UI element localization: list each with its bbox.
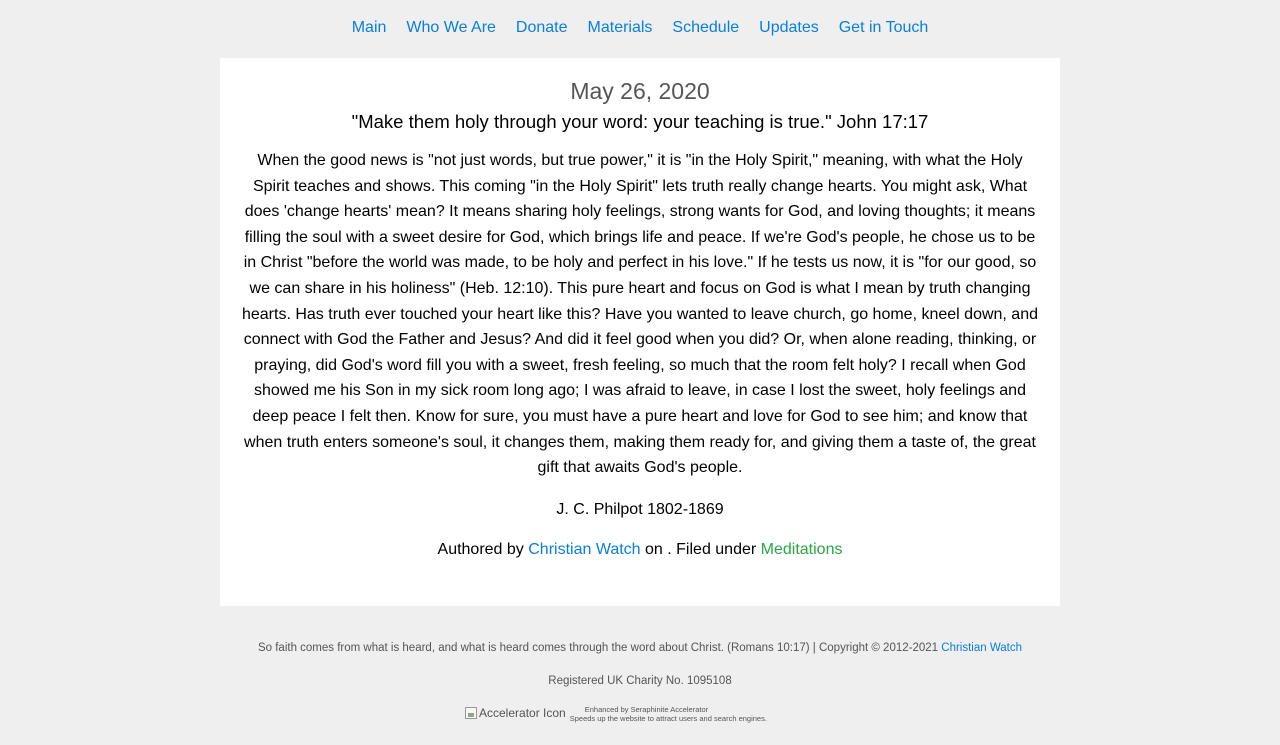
accelerator-line2: Speeds up the website to attract users a… <box>569 714 767 723</box>
footer-christian-watch-link[interactable]: Christian Watch <box>941 642 1022 654</box>
top-navigation: Main Who We Are Donate Materials Schedule Upd… <box>0 17 1280 39</box>
footer-scripture-copyright: So faith comes from what is heard, and w… <box>0 640 1280 656</box>
meta-middle: on . Filed under <box>640 540 761 558</box>
nav-item-schedule[interactable]: Schedule <box>672 19 739 36</box>
footer-charity-number: Registered UK Charity No. 1095108 <box>548 675 732 687</box>
post-verse: "Make them holy through your word: your … <box>351 111 929 132</box>
accelerator-icon-alt: Accelerator Icon <box>479 706 566 720</box>
nav-item-donate[interactable]: Donate <box>516 19 568 36</box>
post-date: May 26, 2020 <box>570 78 710 104</box>
accelerator-line1: Enhanced by Seraphinite Accelerator <box>584 705 709 714</box>
accelerator-text: Enhanced by Seraphinite Accelerator Spee… <box>570 705 767 723</box>
nav-item-get-in-touch[interactable]: Get in Touch <box>839 19 929 36</box>
meta-prefix: Authored by <box>437 540 529 558</box>
footer-scripture-text: So faith comes from what is heard, and w… <box>257 642 942 654</box>
author-link[interactable]: Christian Watch <box>528 541 640 558</box>
post-body: When the good news is "not just words, b… <box>241 152 1038 477</box>
nav-item-materials[interactable]: Materials <box>588 19 653 36</box>
post-author-credit: J. C. Philpot 1802-1869 <box>556 500 724 518</box>
accelerator-icon: Accelerator Icon <box>465 705 566 721</box>
post-meta: Authored by Christian Watch on . Filed u… <box>241 539 1039 561</box>
accelerator-badge[interactable]: Accelerator Icon Enhanced by Seraphinite… <box>465 705 767 723</box>
nav-item-main[interactable]: Main <box>352 19 387 36</box>
broken-image-icon <box>465 707 477 719</box>
nav-item-updates[interactable]: Updates <box>759 19 819 36</box>
post-card: May 26, 2020 "Make them holy through you… <box>220 58 1060 606</box>
nav-item-who-we-are[interactable]: Who We Are <box>406 19 496 36</box>
category-link[interactable]: Meditations <box>761 541 843 558</box>
